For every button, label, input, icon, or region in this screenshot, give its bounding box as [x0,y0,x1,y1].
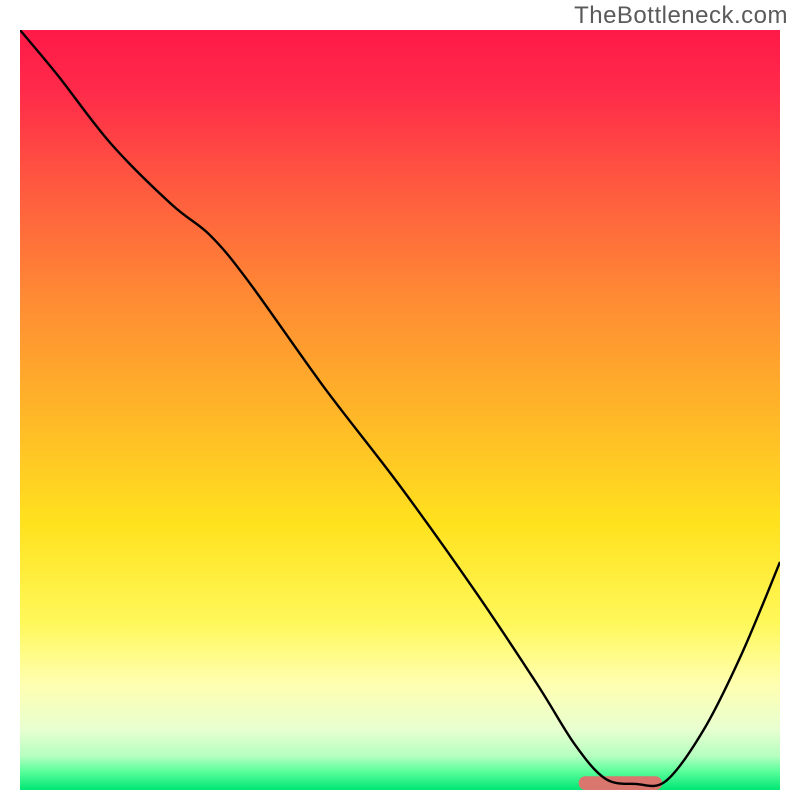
chart-svg [20,30,780,790]
bottleneck-chart: TheBottleneck.com [0,0,800,800]
plot-area [20,30,780,790]
watermark-text: TheBottleneck.com [574,2,788,30]
chart-background [20,30,780,790]
